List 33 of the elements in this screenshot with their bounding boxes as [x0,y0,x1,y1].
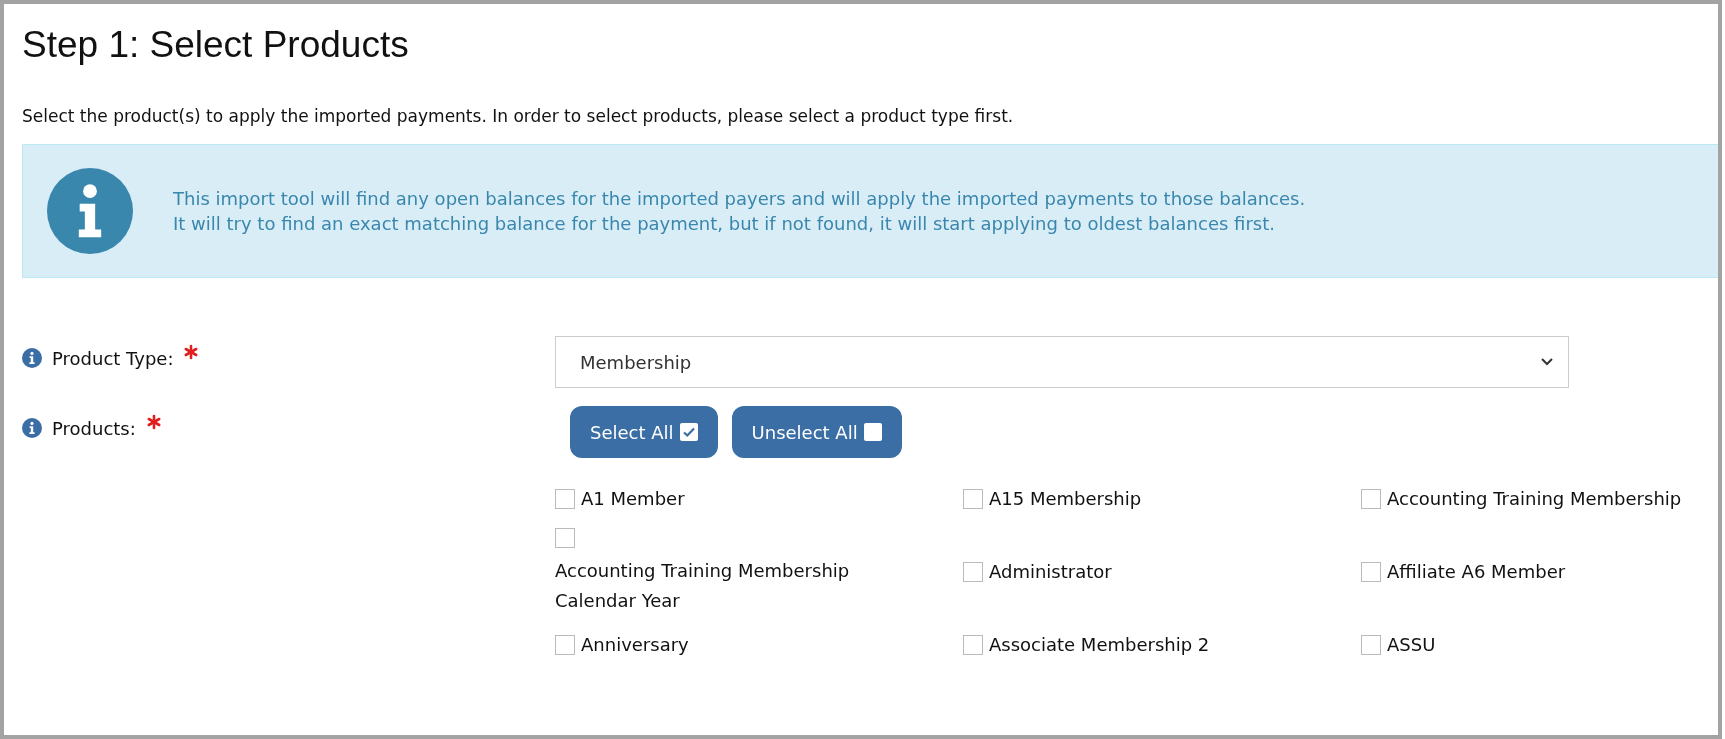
product-type-select[interactable]: Membership [555,336,1569,388]
alert-text: It will try to find an exact matching balance for the payment, but if not found, it will start applying to oldest balances first. [173,213,1276,234]
info-icon [47,168,133,254]
alert-text: This import tool will find any open balances for the imported payers and will apply the imported payments to those balances. [173,188,1306,209]
checked-box-icon [679,423,698,441]
checkbox-label: A1 Member [581,487,685,511]
checkbox[interactable] [963,489,983,509]
field-label: Products: [52,418,136,439]
checkbox[interactable] [963,635,983,655]
checkbox-label: A15 Membership [989,487,1142,511]
instructions-text: Select the product(s) to apply the imported payments. In order to select products, please select a product type first. [22,106,1014,126]
select-all-button[interactable]: Select All [570,406,718,458]
checkbox[interactable] [1361,489,1381,509]
page-title: Step 1: Select Products [22,24,409,66]
checkbox[interactable] [555,489,575,509]
checkbox-label: Accounting Training Membership Calendar Year [555,559,851,613]
checkbox-label: ASSU [1387,633,1436,657]
checkbox[interactable] [963,562,983,582]
field-label: Product Type: [52,348,174,369]
checkbox[interactable] [1361,635,1381,655]
chevron-down-icon [1540,357,1554,367]
checkbox-label: Administrator [989,560,1112,584]
checkbox[interactable] [555,635,575,655]
checkbox-label: Accounting Training Membership [1387,487,1682,511]
empty-box-icon [863,423,882,441]
checkbox[interactable] [1361,562,1381,582]
checkbox-label: Affiliate A6 Member [1387,560,1566,584]
info-icon [22,418,42,438]
checkbox[interactable] [555,528,575,548]
checkbox-label: Anniversary [581,633,689,657]
checkbox-label: Associate Membership 2 [989,633,1210,657]
info-icon [22,348,42,368]
unselect-all-button[interactable]: Unselect All [731,406,902,458]
